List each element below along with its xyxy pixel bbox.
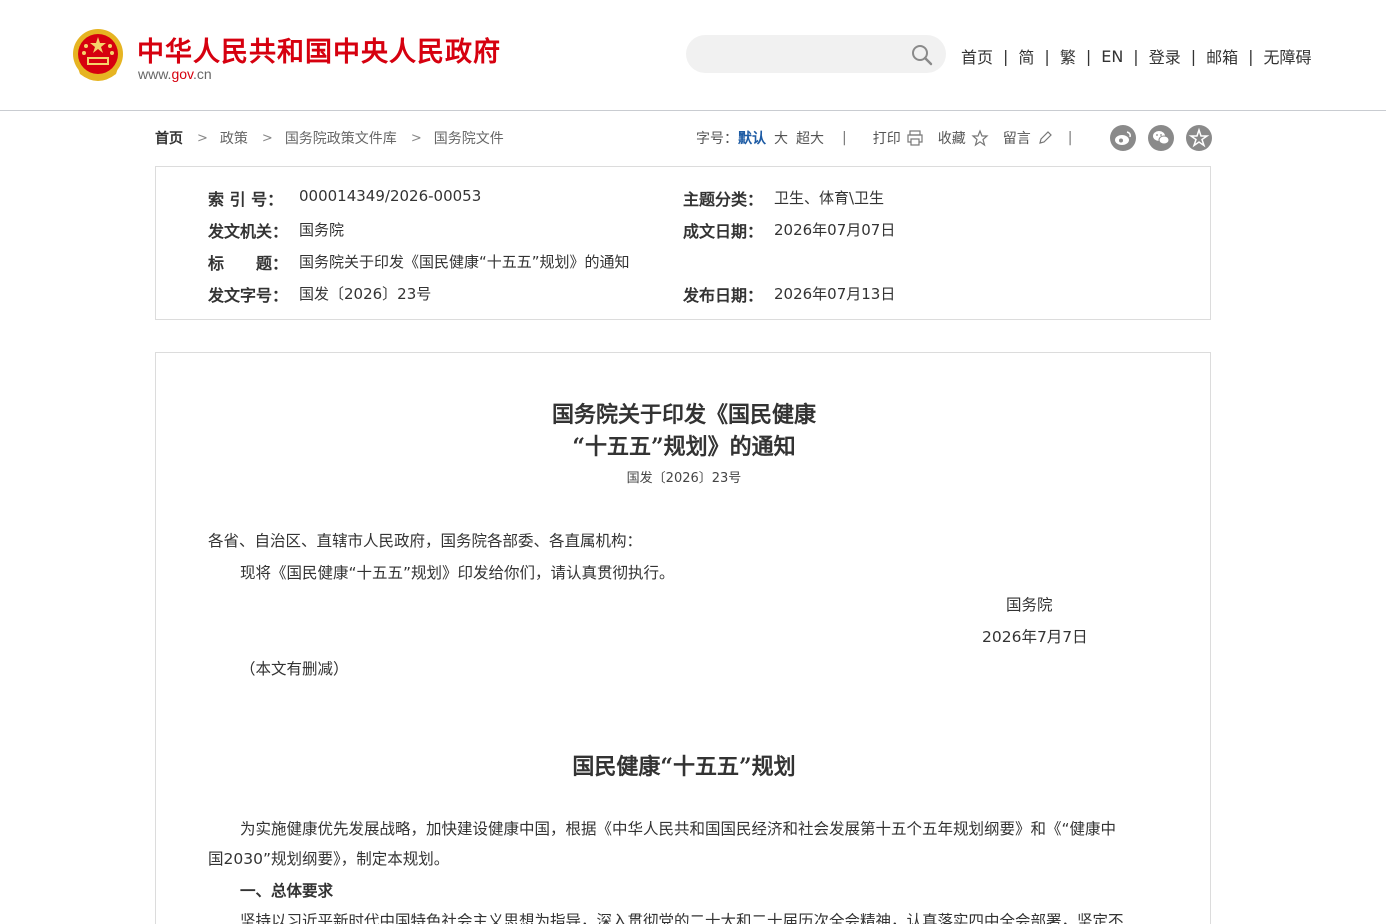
favorite-button[interactable]: 收藏 — [938, 128, 966, 148]
nav-accessibility[interactable]: 无障碍 — [1264, 44, 1312, 68]
index-label: 索 引 号： — [208, 190, 284, 209]
weibo-icon[interactable] — [1110, 125, 1136, 151]
subject-label: 主题分类： — [683, 190, 764, 209]
chevron-right-icon: > — [410, 130, 422, 146]
notice-body: 现将《国民健康“十五五”规划》印发给你们，请认真贯彻执行。 — [240, 564, 675, 582]
plan-title: 国民健康“十五五”规划 — [572, 754, 796, 780]
breadcrumb-state-council-docs[interactable]: 国务院文件 — [434, 128, 504, 148]
nav-login[interactable]: 登录 — [1149, 44, 1181, 68]
publish-date-value: 2026年07月13日 — [774, 285, 896, 303]
nav-separator: | — [1044, 46, 1050, 66]
sign-date: 2026年7月7日 — [982, 628, 1088, 646]
tools-separator: | — [1067, 130, 1073, 146]
breadcrumb-home[interactable]: 首页 — [155, 128, 183, 148]
print-button[interactable]: 打印 — [873, 128, 901, 148]
nav-english[interactable]: EN — [1101, 47, 1123, 66]
section-heading: 一、总体要求 — [240, 882, 334, 900]
document-meta: 索 引 号： 000014349/2026-00053 主题分类： 卫生、体育\… — [155, 166, 1211, 320]
written-date-label: 成文日期： — [683, 222, 764, 241]
nav-separator: | — [1133, 46, 1139, 66]
article-doc-no: 国发〔2026〕23号 — [626, 471, 742, 486]
doc-no-label: 发文字号： — [208, 286, 289, 305]
issuer-label: 发文机关： — [208, 222, 289, 241]
tools-separator: | — [842, 130, 847, 146]
index-value: 000014349/2026-00053 — [299, 187, 482, 205]
section-body-line1: 坚持以习近平新时代中国特色社会主义思想为指导，深入贯彻党的二十大和二十届历次全会… — [240, 912, 1124, 924]
font-size-default[interactable]: 默认 — [738, 128, 766, 148]
article-tools: 字号： 默认 大 超大 | 打印 收藏 留言 | — [696, 128, 1072, 148]
article-body: 国务院关于印发《国民健康 “十五五”规划》的通知 国发〔2026〕23号 各省、… — [155, 352, 1211, 924]
nav-separator: | — [1003, 46, 1009, 66]
comment-button[interactable]: 留言 — [1003, 128, 1031, 148]
issuer-value: 国务院 — [299, 221, 345, 239]
search-input[interactable] — [702, 44, 902, 64]
pencil-icon[interactable] — [1036, 129, 1054, 147]
site-domain[interactable]: www.gov.cn — [138, 66, 212, 82]
plan-intro-line2: 国2030”规划纲要》，制定本规划。 — [208, 850, 450, 868]
nav-separator: | — [1248, 46, 1254, 66]
domain-gov: gov — [171, 66, 193, 82]
nav-home[interactable]: 首页 — [961, 44, 993, 68]
search-icon[interactable] — [910, 43, 934, 67]
publish-date-label: 发布日期： — [683, 286, 764, 305]
subject-value: 卫生、体育\卫生 — [774, 189, 885, 207]
nav-separator: | — [1190, 46, 1197, 66]
chevron-right-icon: > — [197, 130, 208, 146]
printer-icon[interactable] — [906, 129, 924, 147]
star-outline-icon[interactable] — [971, 129, 989, 147]
wechat-icon[interactable] — [1148, 125, 1174, 151]
nav-simplified[interactable]: 简 — [1018, 44, 1034, 68]
national-emblem-icon[interactable] — [72, 28, 124, 84]
doc-no-value: 国发〔2026〕23号 — [299, 285, 432, 303]
domain-prefix: www. — [138, 66, 172, 82]
chevron-right-icon: > — [261, 130, 273, 146]
nav-mail[interactable]: 邮箱 — [1206, 44, 1238, 68]
title-label: 标 题： — [208, 254, 289, 273]
article-title-line1: 国务院关于印发《国民健康 — [551, 402, 816, 428]
nav-separator: | — [1085, 46, 1092, 66]
top-nav: 首页 | 简 | 繁 | EN | 登录 | 邮箱 | 无障碍 — [961, 44, 1312, 68]
font-size-xlarge[interactable]: 超大 — [796, 128, 824, 148]
domain-suffix: .cn — [193, 66, 212, 82]
breadcrumb: 首页 > 政策 > 国务院政策文件库 > 国务院文件 — [155, 128, 504, 148]
signature: 国务院 — [1006, 596, 1053, 614]
favorite-star-icon[interactable] — [1186, 125, 1212, 151]
font-size-large[interactable]: 大 — [774, 128, 788, 148]
nav-traditional[interactable]: 繁 — [1060, 44, 1076, 68]
plan-intro-line1: 为实施健康优先发展战略，加快建设健康中国，根据《中华人民共和国国民经济和社会发展… — [240, 820, 1117, 838]
search-box[interactable] — [686, 35, 946, 73]
abridged-note: （本文有删减） — [240, 660, 349, 678]
breadcrumb-policy-library[interactable]: 国务院政策文件库 — [285, 128, 397, 148]
site-header: 中华人民共和国中央人民政府 www.gov.cn 首页 | 简 | 繁 | EN… — [0, 0, 1386, 111]
title-value: 国务院关于印发《国民健康“十五五”规划》的通知 — [299, 253, 630, 271]
written-date-value: 2026年07月07日 — [774, 221, 896, 239]
font-size-label: 字号： — [696, 131, 738, 147]
salutation: 各省、自治区、直辖市人民政府，国务院各部委、各直属机构： — [208, 532, 643, 550]
breadcrumb-policy[interactable]: 政策 — [220, 128, 248, 148]
site-title[interactable]: 中华人民共和国中央人民政府 — [137, 30, 501, 69]
article-title-line2: “十五五”规划》的通知 — [572, 434, 796, 460]
